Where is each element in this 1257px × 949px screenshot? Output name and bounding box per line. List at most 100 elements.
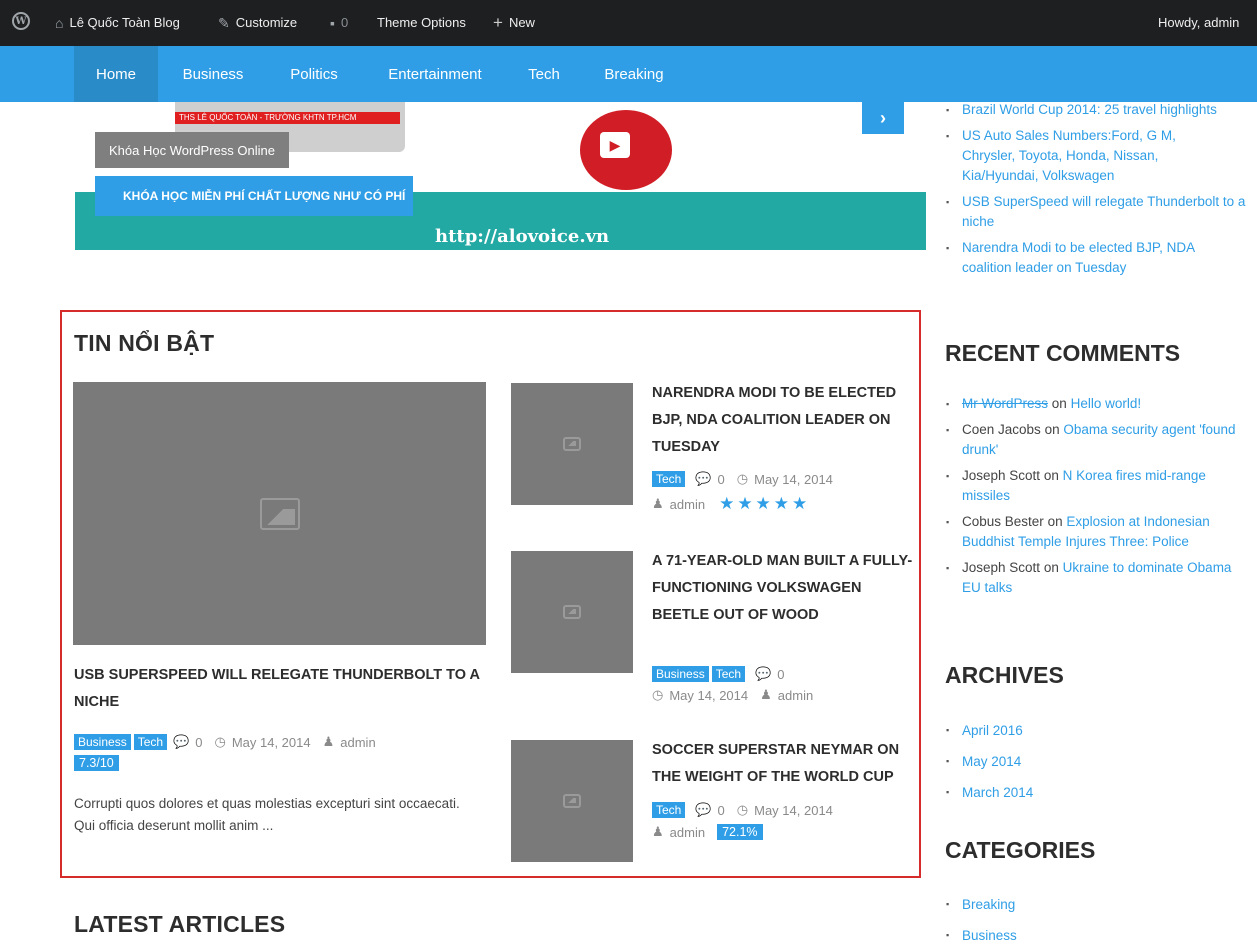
comments-count[interactable]: 0: [195, 735, 202, 750]
comment-icon: 💬: [173, 734, 190, 749]
tag-tech[interactable]: Tech: [711, 666, 746, 682]
category-link[interactable]: Business: [962, 928, 1017, 943]
nav-item-breaking[interactable]: Breaking: [582, 46, 686, 102]
tag-tech[interactable]: Tech: [652, 802, 686, 818]
nav-item-tech[interactable]: Tech: [508, 46, 580, 102]
tag-tech[interactable]: Tech: [652, 471, 686, 487]
categories-title: CATEGORIES: [945, 837, 1096, 863]
slider-caption-title[interactable]: Khóa Học WordPress Online: [95, 132, 289, 168]
comments-count: 0: [340, 15, 349, 30]
tag-tech[interactable]: Tech: [133, 734, 168, 750]
nav-item-home[interactable]: Home: [74, 46, 158, 102]
categories-list: Breaking Business: [944, 889, 1244, 949]
list-item: Joseph Scott on Ukraine to dominate Obam…: [944, 558, 1249, 598]
user-icon: ♟: [322, 734, 335, 749]
comment-icon: 💬: [755, 666, 772, 681]
comment-post-link[interactable]: Hello world!: [1071, 396, 1142, 411]
list-item: Narendra Modi to be elected BJP, NDA coa…: [944, 238, 1234, 278]
article-title[interactable]: NARENDRA MODI TO BE ELECTED BJP, NDA COA…: [652, 380, 917, 461]
monitor-caption: THS LÊ QUỐC TOÀN - TRƯỜNG KHTN TP.HCM: [175, 112, 400, 124]
article-thumbnail[interactable]: [511, 740, 633, 862]
archive-link[interactable]: May 2014: [962, 754, 1021, 769]
article-title[interactable]: SOCCER SUPERSTAR NEYMAR ON THE WEIGHT OF…: [652, 737, 917, 791]
theme-options-link[interactable]: Theme Options: [377, 15, 466, 30]
archive-link[interactable]: March 2014: [962, 785, 1033, 800]
review-score-badge: 72.1%: [717, 824, 763, 840]
comment-author: Cobus Bester: [962, 514, 1044, 529]
play-icon: ▶: [600, 132, 630, 158]
recent-comments-list: Mr WordPress on Hello world! Coen Jacobs…: [944, 394, 1249, 598]
comments-count[interactable]: 0: [718, 803, 725, 818]
plus-icon: +: [493, 12, 503, 32]
article-thumbnail[interactable]: [511, 551, 633, 673]
recent-post-link[interactable]: Narendra Modi to be elected BJP, NDA coa…: [962, 240, 1194, 275]
tag-business[interactable]: Business: [74, 734, 131, 750]
main-article-meta: Business Tech 💬 0 ◷ May 14, 2014 ♟ admin: [74, 734, 376, 750]
new-link[interactable]: + New: [493, 12, 535, 32]
recent-posts-list: Brazil World Cup 2014: 25 travel highlig…: [944, 100, 1257, 278]
nav-item-business[interactable]: Business: [160, 46, 266, 102]
site-name-link[interactable]: ⌂ Lê Quốc Toàn Blog: [55, 15, 180, 30]
article-meta-date: ◷ May 14, 2014 ♟ admin: [652, 687, 813, 703]
user-icon: ♟: [760, 687, 772, 702]
archives-title: ARCHIVES: [945, 662, 1064, 688]
list-item: Breaking: [944, 889, 1244, 920]
article-meta-author: ♟ admin 72.1%: [652, 824, 763, 840]
list-item: Coen Jacobs on Obama security agent 'fou…: [944, 420, 1249, 460]
clock-icon: ◷: [214, 734, 226, 749]
list-item: April 2016: [944, 715, 1244, 746]
list-item: May 2014: [944, 746, 1244, 777]
comment-author: Joseph Scott: [962, 468, 1041, 483]
post-date: May 14, 2014: [754, 471, 833, 487]
main-nav: Home Business Politics Entertainment Tec…: [0, 46, 1257, 102]
list-item: Business: [944, 920, 1244, 949]
article-meta-author: ♟ admin ★★★★★: [652, 494, 810, 514]
post-date: May 14, 2014: [669, 687, 749, 703]
list-item: US Auto Sales Numbers:Ford, G M, Chrysle…: [944, 126, 1214, 186]
slider-caption-subtitle: KHÓA HỌC MIỄN PHÍ CHẤT LƯỢNG NHƯ CÓ PHÍ: [95, 176, 414, 216]
main-article-thumbnail[interactable]: [73, 382, 486, 645]
howdy-account-link[interactable]: Howdy, admin: [1158, 15, 1239, 30]
nav-item-entertainment[interactable]: Entertainment: [362, 46, 508, 102]
post-author[interactable]: admin: [340, 735, 375, 750]
tag-business[interactable]: Business: [652, 666, 709, 682]
clock-icon: ◷: [652, 687, 664, 702]
post-author[interactable]: admin: [670, 825, 705, 840]
customize-link[interactable]: ✎ Customize: [218, 15, 297, 30]
post-date: May 14, 2014: [231, 734, 311, 750]
nav-item-politics[interactable]: Politics: [266, 46, 362, 102]
article-title[interactable]: A 71-YEAR-OLD MAN BUILT A FULLY-FUNCTION…: [652, 548, 917, 629]
post-author[interactable]: admin: [670, 497, 705, 512]
list-item: Cobus Bester on Explosion at Indonesian …: [944, 512, 1249, 552]
comment-icon: 💬: [695, 802, 712, 817]
recent-comments-title: RECENT COMMENTS: [945, 340, 1181, 366]
comment-author: Coen Jacobs: [962, 422, 1041, 437]
user-icon: ♟: [652, 496, 664, 511]
main-article-title[interactable]: USB SUPERSPEED WILL RELEGATE THUNDERBOLT…: [74, 662, 484, 716]
list-item: Mr WordPress on Hello world!: [944, 394, 1249, 414]
comments-count[interactable]: 0: [718, 472, 725, 487]
list-item: March 2014: [944, 777, 1244, 808]
article-thumbnail[interactable]: [511, 383, 633, 505]
post-author[interactable]: admin: [778, 688, 813, 703]
recent-post-link[interactable]: USB SuperSpeed will relegate Thunderbolt…: [962, 194, 1245, 229]
review-score-badge: 7.3/10: [74, 755, 119, 771]
user-icon: ♟: [652, 824, 664, 839]
list-item: Brazil World Cup 2014: 25 travel highlig…: [944, 100, 1257, 120]
site-name: Lê Quốc Toàn Blog: [69, 15, 180, 30]
latest-articles-title: LATEST ARTICLES: [74, 911, 286, 937]
main-article-score-row: 7.3/10: [74, 755, 119, 771]
comment-author[interactable]: Mr WordPress: [962, 396, 1048, 411]
recent-post-link[interactable]: Brazil World Cup 2014: 25 travel highlig…: [962, 102, 1217, 117]
recent-post-link[interactable]: US Auto Sales Numbers:Ford, G M, Chrysle…: [962, 128, 1176, 183]
category-link[interactable]: Breaking: [962, 897, 1015, 912]
archives-list: April 2016 May 2014 March 2014: [944, 715, 1244, 808]
comments-link[interactable]: ▪ 0: [330, 15, 348, 30]
comments-count[interactable]: 0: [777, 667, 784, 682]
clock-icon: ◷: [736, 471, 749, 486]
archive-link[interactable]: April 2016: [962, 723, 1023, 738]
wordpress-logo-icon[interactable]: W: [12, 12, 30, 30]
list-item: USB SuperSpeed will relegate Thunderbolt…: [944, 192, 1257, 232]
slider-next-button[interactable]: ›: [862, 102, 904, 134]
featured-slider[interactable]: THS LÊ QUỐC TOÀN - TRƯỜNG KHTN TP.HCM ▶ …: [75, 102, 926, 250]
